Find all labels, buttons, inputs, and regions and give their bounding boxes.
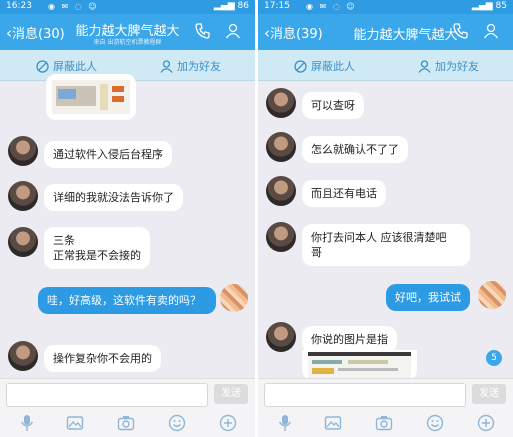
block-user-button[interactable]: 屏蔽此人 [36,58,97,74]
battery-level: 86 [237,1,249,11]
add-friend-button[interactable]: 加为好友 [418,58,479,74]
unread-badge[interactable]: 5 [486,350,502,366]
contact-avatar[interactable] [8,136,38,166]
add-friend-label: 加为好友 [435,60,479,73]
my-avatar[interactable] [220,284,248,312]
received-message: 操作复杂你不会用的 [44,345,161,372]
block-icon [36,60,49,73]
contact-avatar[interactable] [8,341,38,371]
microphone-icon[interactable] [276,414,294,432]
image-message[interactable] [46,74,136,120]
contact-avatar[interactable] [266,132,296,162]
person-icon [160,60,173,73]
chat-header: ‹消息(39) 能力越大脾气越大 [258,14,513,50]
contact-avatar[interactable] [266,322,296,352]
microphone-icon[interactable] [18,414,36,432]
camera-icon[interactable] [117,414,135,432]
chat-screen-right: 17:15 ◉ ✉ ◌ ☺ ▂▄▆ 85 ‹消息(39) 能力越大脾气越大 屏蔽… [258,0,513,437]
block-user-label: 屏蔽此人 [311,60,355,73]
contact-avatar[interactable] [266,176,296,206]
block-user-label: 屏蔽此人 [53,60,97,73]
block-user-button[interactable]: 屏蔽此人 [294,58,355,74]
chat-screen-left: 16:23 ◉ ✉ ◌ ☺ ▂▄▆ 86 ‹消息(30) 能力越大脾气越大 来自… [0,0,255,437]
emoji-icon[interactable] [168,414,186,432]
send-button[interactable]: 发送 [472,384,506,404]
battery-level: 85 [495,1,507,11]
chat-title: 能力越大脾气越大 [353,28,458,43]
received-message: 你说的图片是指 [302,326,397,353]
profile-icon[interactable] [483,23,499,39]
image-icon[interactable] [66,414,84,432]
contact-avatar[interactable] [8,227,38,257]
contact-avatar[interactable] [266,222,296,252]
plus-icon[interactable] [219,414,237,432]
send-button[interactable]: 发送 [214,384,248,404]
received-message: 怎么就确认不了了 [302,136,408,163]
profile-icon[interactable] [225,23,241,39]
input-toolbar [258,410,513,437]
status-battery-area: ▂▄▆ 86 [214,1,249,11]
status-time: 17:15 [264,1,290,11]
add-friend-label: 加为好友 [177,60,221,73]
image-message[interactable] [302,350,417,380]
contact-avatar[interactable] [8,181,38,211]
chat-subtitle: 来自 出游航空机票教程群 [93,39,162,46]
contact-avatar[interactable] [266,88,296,118]
phone-icon[interactable] [453,23,469,39]
received-message: 详细的我就没法告诉你了 [44,184,183,211]
person-icon [418,60,431,73]
status-battery-area: ▂▄▆ 85 [472,1,507,11]
plus-icon[interactable] [477,414,495,432]
input-toolbar [0,410,255,437]
message-input[interactable] [264,383,466,407]
received-message: 三条 正常我是不会接的 [44,227,150,269]
signal-icon: ▂▄▆ [213,1,235,11]
message-input[interactable] [6,383,208,407]
block-icon [294,60,307,73]
image-icon[interactable] [324,414,342,432]
notification-icons: ◉ ✉ ◌ ☺ [48,2,99,11]
phone-icon[interactable] [195,23,211,39]
sent-message: 好吧，我试试 [386,284,470,311]
notification-icons: ◉ ✉ ◌ ☺ [306,2,357,11]
emoji-icon[interactable] [426,414,444,432]
signal-icon: ▂▄▆ [471,1,493,11]
input-bar: 发送 [0,378,255,411]
camera-icon[interactable] [375,414,393,432]
received-message: 而且还有电话 [302,180,386,207]
received-message: 通过软件入侵后台程序 [44,141,172,168]
chat-header: ‹消息(30) 能力越大脾气越大 来自 出游航空机票教程群 [0,14,255,50]
status-bar: 17:15 ◉ ✉ ◌ ☺ ▂▄▆ 85 [258,0,513,14]
status-bar: 16:23 ◉ ✉ ◌ ☺ ▂▄▆ 86 [0,0,255,14]
screenshot-thumbnail [308,352,411,378]
add-friend-button[interactable]: 加为好友 [160,58,221,74]
input-bar: 发送 [258,378,513,411]
received-message: 你打去问本人 应该很清楚吧 哥 [302,224,470,266]
action-bar: 屏蔽此人 加为好友 [258,50,513,81]
sent-message: 哇，好高级，这软件有卖的吗？ [38,287,216,314]
screenshot-thumbnail [52,80,130,114]
my-avatar[interactable] [478,281,506,309]
status-time: 16:23 [6,1,32,11]
received-message: 可以查呀 [302,92,364,119]
